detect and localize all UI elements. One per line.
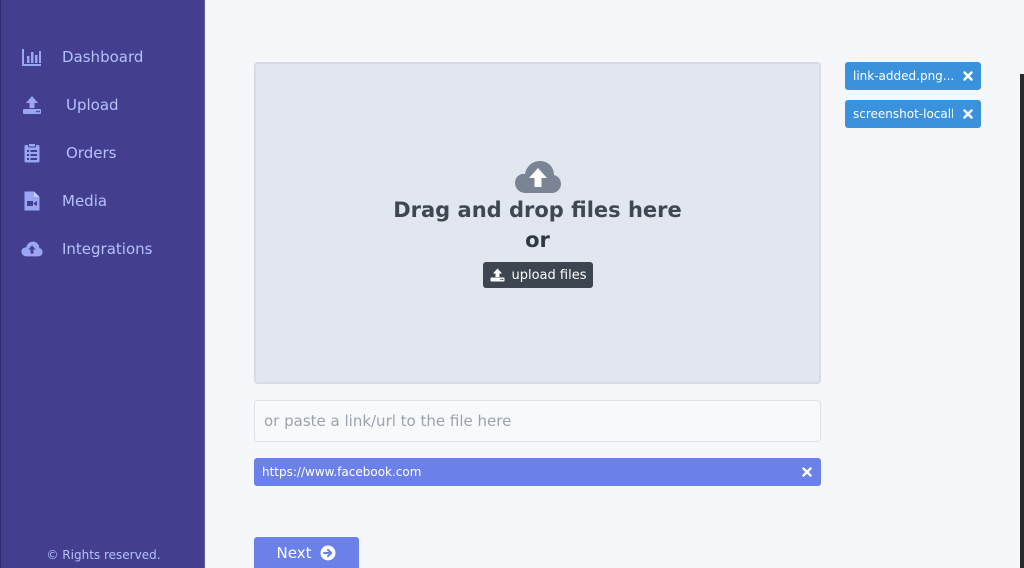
cloud-upload-icon: [21, 238, 43, 260]
cloud-upload-icon: [514, 159, 562, 195]
sidebar-item-upload[interactable]: Upload: [21, 89, 119, 121]
upload-files-button[interactable]: upload files: [483, 262, 593, 288]
sidebar-item-label: Orders: [66, 144, 117, 162]
dropzone-or-text: or: [525, 228, 550, 252]
sidebar: Dashboard Upload Orders Media Integratio…: [0, 0, 205, 568]
sidebar-item-integrations[interactable]: Integrations: [21, 233, 152, 265]
file-chip: link-added.png...: [845, 62, 981, 90]
upload-files-label: upload files: [511, 267, 587, 283]
url-input[interactable]: [254, 400, 821, 442]
arrow-right-circle-icon: [320, 545, 336, 561]
sidebar-item-label: Media: [62, 192, 108, 210]
video-file-icon: [21, 190, 43, 212]
upload-icon: [21, 94, 43, 116]
sidebar-item-label: Integrations: [62, 240, 153, 258]
added-link-text: https://www.facebook.com: [262, 465, 422, 479]
file-name: link-added.png...: [853, 69, 953, 83]
sidebar-item-media[interactable]: Media: [21, 185, 107, 217]
sidebar-item-label: Upload: [66, 96, 119, 114]
next-label: Next: [276, 543, 312, 562]
close-icon[interactable]: [960, 106, 976, 122]
next-button[interactable]: Next: [254, 537, 359, 568]
upload-icon: [490, 268, 505, 282]
close-icon[interactable]: [960, 68, 976, 84]
sidebar-item-orders[interactable]: Orders: [21, 137, 116, 169]
dropzone-title: Drag and drop files here: [393, 198, 682, 222]
file-name: screenshot-localh...: [853, 107, 953, 121]
sidebar-item-dashboard[interactable]: Dashboard: [21, 41, 143, 73]
copyright-footer: © Rights reserved.: [46, 548, 161, 562]
scrollbar[interactable]: [1020, 74, 1024, 568]
file-dropzone[interactable]: Drag and drop files here or upload files: [254, 62, 821, 384]
clipboard-icon: [21, 142, 43, 164]
chart-icon: [21, 46, 43, 68]
added-link-chip: https://www.facebook.com: [254, 458, 821, 486]
sidebar-item-label: Dashboard: [62, 48, 144, 66]
close-icon[interactable]: [799, 464, 815, 480]
file-chip: screenshot-localh...: [845, 100, 981, 128]
